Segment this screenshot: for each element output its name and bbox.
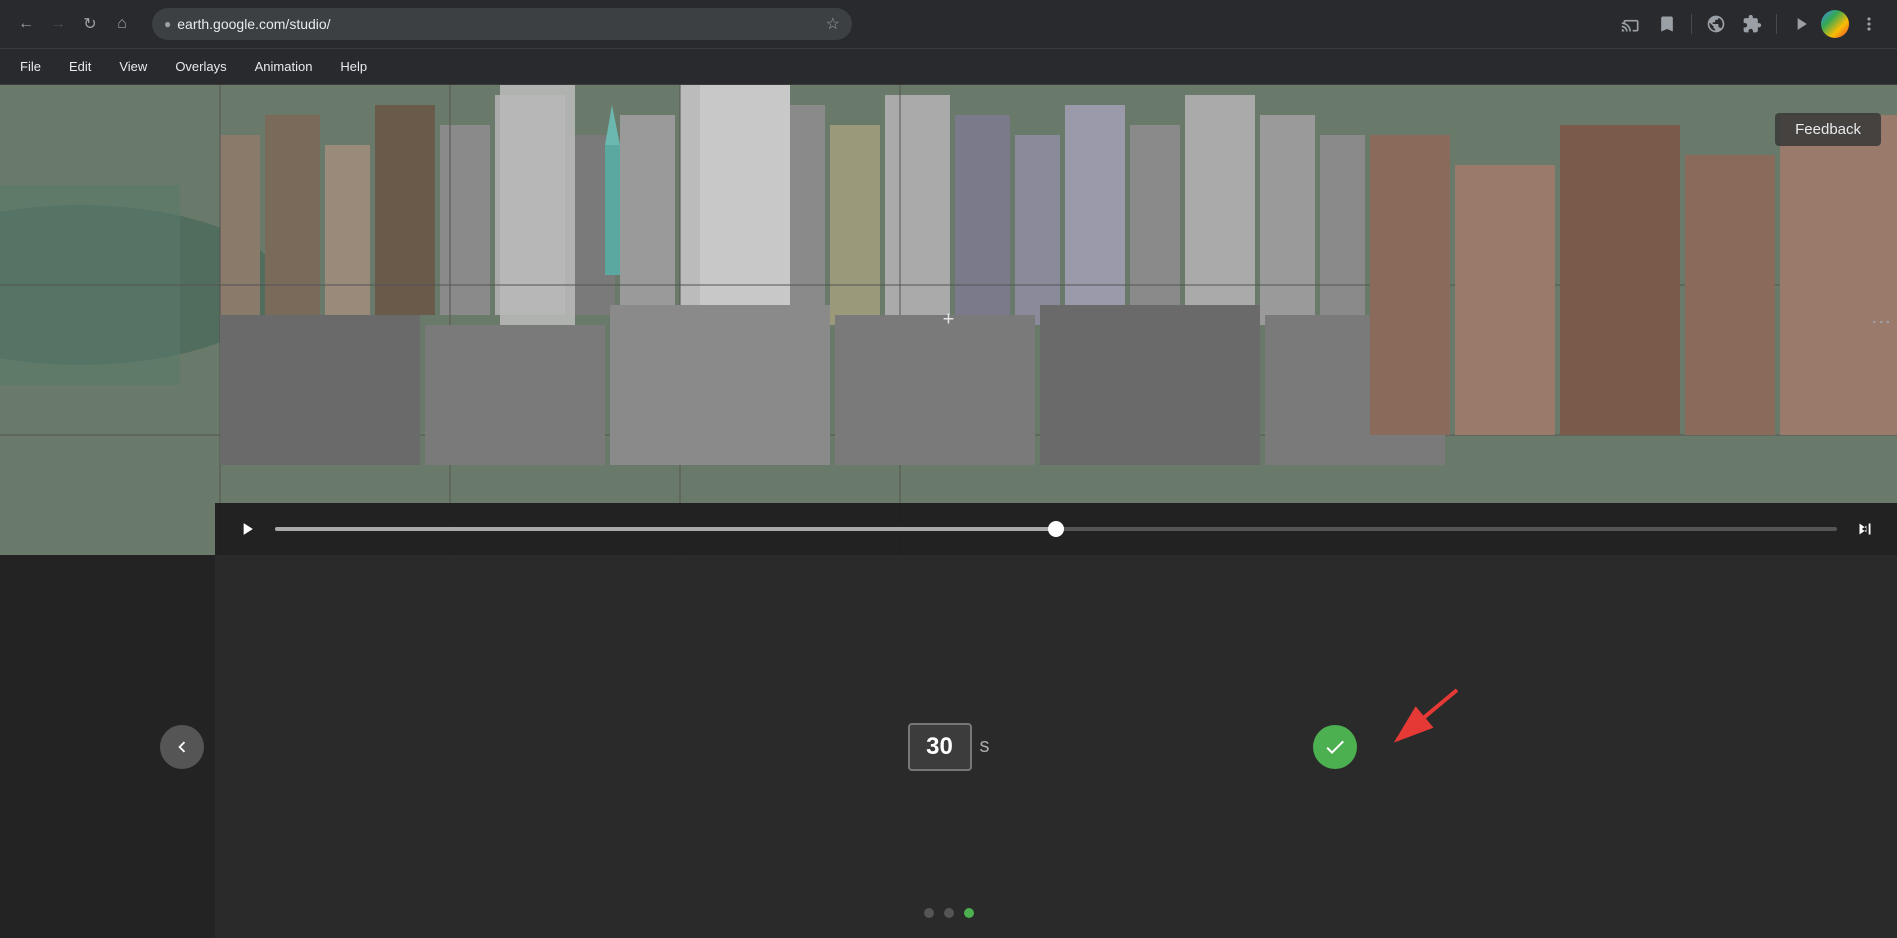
duration-unit-label: s bbox=[980, 735, 990, 758]
cast-button[interactable] bbox=[1615, 8, 1647, 40]
browser-chrome: ← → ↻ ⌂ ● earth.google.com/studio/ ☆ bbox=[0, 0, 1897, 49]
menu-overlays[interactable]: Overlays bbox=[163, 55, 238, 78]
reload-button[interactable]: ↻ bbox=[76, 10, 104, 38]
toolbar-actions bbox=[1615, 8, 1885, 40]
forward-browser-button[interactable]: → bbox=[44, 10, 72, 38]
timeline-fill bbox=[275, 527, 1056, 531]
dot-2[interactable] bbox=[944, 908, 954, 918]
main-content: + Feedback ⋮ bbox=[0, 85, 1897, 938]
duration-display: 30 s bbox=[908, 723, 990, 771]
menu-edit[interactable]: Edit bbox=[57, 55, 103, 78]
nav-buttons: ← → ↻ ⌂ bbox=[12, 10, 136, 38]
toolbar-divider-2 bbox=[1776, 14, 1777, 34]
menu-animation[interactable]: Animation bbox=[243, 55, 325, 78]
playback-bar bbox=[215, 503, 1897, 555]
menu-bar: File Edit View Overlays Animation Help bbox=[0, 49, 1897, 85]
home-button[interactable]: ⌂ bbox=[108, 10, 136, 38]
star-icon[interactable]: ☆ bbox=[826, 14, 840, 34]
media-button[interactable] bbox=[1785, 8, 1817, 40]
chrome-menu-button[interactable] bbox=[1853, 8, 1885, 40]
bookmark-button[interactable] bbox=[1651, 8, 1683, 40]
menu-view[interactable]: View bbox=[107, 55, 159, 78]
menu-help[interactable]: Help bbox=[328, 55, 379, 78]
back-panel-button[interactable] bbox=[160, 725, 204, 769]
timeline-thumb[interactable] bbox=[1048, 521, 1064, 537]
bottom-panel: 30 s bbox=[0, 555, 1897, 938]
timeline[interactable] bbox=[275, 527, 1837, 531]
vertical-dots-menu[interactable]: ⋮ bbox=[1869, 312, 1893, 328]
toolbar-divider bbox=[1691, 14, 1692, 34]
profile-avatar[interactable] bbox=[1821, 10, 1849, 38]
play-button[interactable] bbox=[231, 513, 263, 545]
menu-file[interactable]: File bbox=[8, 55, 53, 78]
back-browser-button[interactable]: ← bbox=[12, 10, 40, 38]
extensions-button[interactable] bbox=[1736, 8, 1768, 40]
address-icon: ● bbox=[164, 17, 171, 31]
feedback-button[interactable]: Feedback bbox=[1775, 113, 1881, 146]
duration-input[interactable]: 30 bbox=[908, 723, 972, 771]
address-bar[interactable]: ● earth.google.com/studio/ ☆ bbox=[152, 8, 852, 40]
confirm-button[interactable] bbox=[1313, 725, 1357, 769]
earth-view bbox=[0, 85, 1897, 555]
dot-3[interactable] bbox=[964, 908, 974, 918]
earth-viewport[interactable]: + Feedback ⋮ bbox=[0, 85, 1897, 555]
page-dots bbox=[924, 908, 974, 918]
dot-1[interactable] bbox=[924, 908, 934, 918]
address-text: earth.google.com/studio/ bbox=[177, 16, 819, 32]
browser-toolbar: ← → ↻ ⌂ ● earth.google.com/studio/ ☆ bbox=[0, 0, 1897, 48]
skip-end-button[interactable] bbox=[1849, 513, 1881, 545]
globe-button[interactable] bbox=[1700, 8, 1732, 40]
